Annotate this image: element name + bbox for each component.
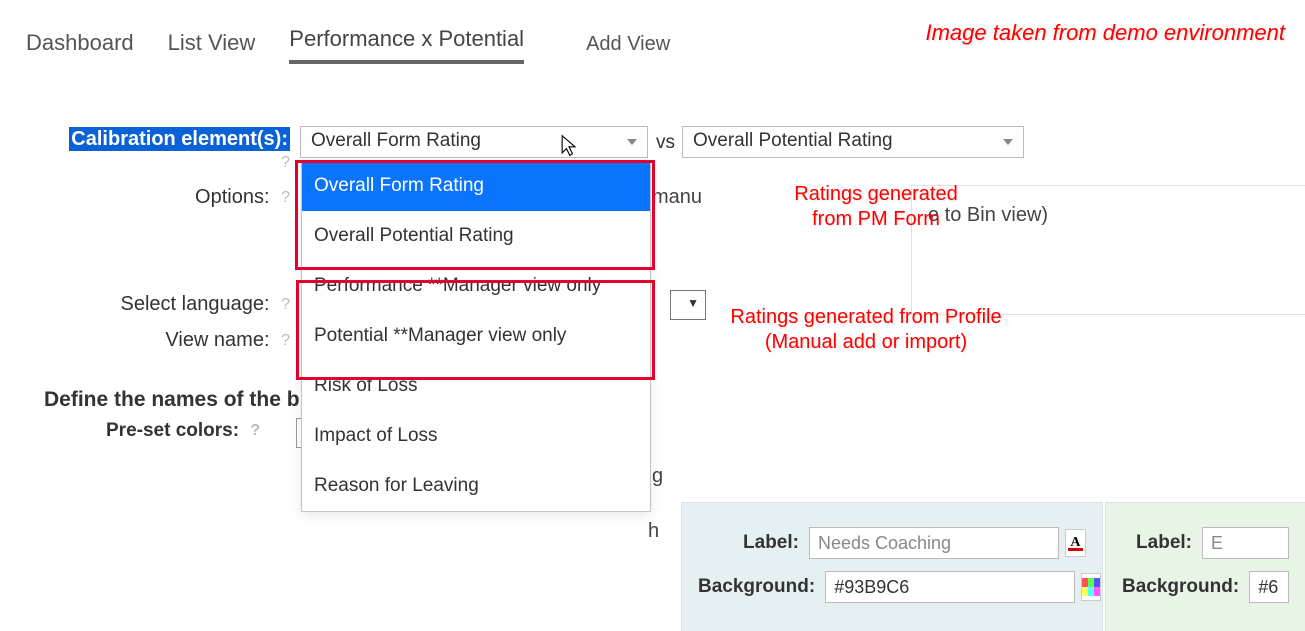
select-language-label-text: Select language: <box>121 293 270 315</box>
dropdown-option-risk-of-loss[interactable]: Risk of Loss <box>302 361 650 411</box>
bin2-label-input[interactable] <box>1202 527 1289 559</box>
color-swatch-button[interactable] <box>1081 573 1101 601</box>
calibration-element-1-select[interactable]: Overall Form Rating <box>300 126 648 158</box>
bin1-bg-input[interactable] <box>825 571 1075 603</box>
fragment-h: h <box>648 520 659 543</box>
calibration-element-2-select[interactable]: Overall Potential Rating <box>682 126 1024 158</box>
options-label: Options: ? <box>0 186 290 209</box>
tab-list-view[interactable]: List View <box>168 30 256 64</box>
calibration-elements-label: Calibration element(s): ? <box>0 128 290 174</box>
calibration-elements-label-text: Calibration element(s): <box>69 127 290 151</box>
bin-panel-1: Label: A Background: <box>682 503 1102 631</box>
vs-label: vs <box>656 132 675 154</box>
options-label-text: Options: <box>195 186 269 208</box>
annotation-text-profile: Ratings generated from Profile (Manual a… <box>676 305 1056 355</box>
select-language-label: Select language: ? <box>0 293 290 316</box>
cursor-icon <box>560 134 578 158</box>
bin2-label-label: Label: <box>1122 532 1202 554</box>
view-name-label-text: View name: <box>165 329 269 351</box>
help-icon[interactable]: ? <box>281 296 290 314</box>
demo-environment-note: Image taken from demo environment <box>925 20 1285 46</box>
preset-colors-label-text: Pre-set colors: <box>106 420 239 441</box>
define-bins-heading: Define the names of the b <box>44 388 300 412</box>
fragment-g: g <box>652 465 663 488</box>
dropdown-option-impact-of-loss[interactable]: Impact of Loss <box>302 411 650 461</box>
bin1-bg-label: Background: <box>698 576 825 598</box>
view-name-label: View name: ? <box>0 329 290 352</box>
swatch-icon <box>1082 578 1100 596</box>
font-color-button[interactable]: A <box>1065 529 1086 557</box>
bin2-bg-input[interactable] <box>1249 571 1289 603</box>
dropdown-option-performance-manager[interactable]: Performance **Manager view only <box>302 261 650 311</box>
tab-dashboard[interactable]: Dashboard <box>26 30 134 64</box>
preset-colors-label: Pre-set colors: ? <box>106 420 260 442</box>
bin1-label-input[interactable] <box>809 527 1059 559</box>
dropdown-option-potential-manager[interactable]: Potential **Manager view only <box>302 311 650 361</box>
tab-add-view[interactable]: Add View <box>586 33 670 64</box>
bin2-bg-label: Background: <box>1122 576 1249 598</box>
bin1-label-label: Label: <box>698 532 809 554</box>
annotation-text-pm-form: Ratings generated from PM Form <box>726 182 1026 232</box>
bin-panel-2: Label: Background: <box>1106 503 1305 631</box>
tab-performance-potential[interactable]: Performance x Potential <box>289 26 524 64</box>
calibration-element-2-value: Overall Potential Rating <box>693 130 893 151</box>
dropdown-option-overall-potential-rating[interactable]: Overall Potential Rating <box>302 211 650 261</box>
dropdown-option-overall-form-rating[interactable]: Overall Form Rating <box>302 161 650 211</box>
calibration-element-1-dropdown-list[interactable]: Overall Form Rating Overall Potential Ra… <box>301 160 651 512</box>
help-icon[interactable]: ? <box>281 189 290 207</box>
calibration-element-1-value: Overall Form Rating <box>311 130 481 151</box>
help-icon[interactable]: ? <box>281 154 290 172</box>
help-icon[interactable]: ? <box>281 332 290 350</box>
help-icon[interactable]: ? <box>250 422 260 440</box>
options-text-fragment-manu: manu <box>652 186 702 209</box>
font-color-icon: A <box>1068 535 1082 551</box>
dropdown-option-reason-for-leaving[interactable]: Reason for Leaving <box>302 461 650 511</box>
